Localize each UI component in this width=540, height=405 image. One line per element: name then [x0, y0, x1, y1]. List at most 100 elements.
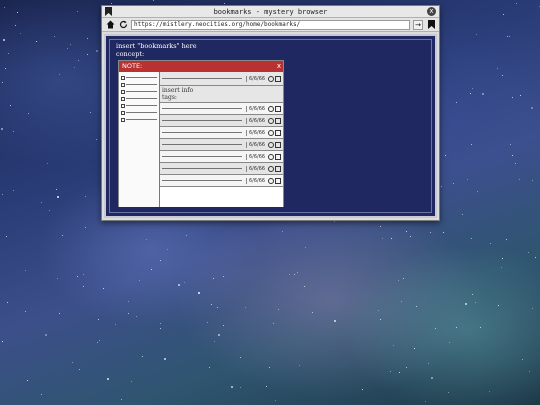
star: [72, 361, 74, 363]
row-icons: [268, 105, 281, 112]
star: [442, 231, 444, 233]
star: [230, 385, 233, 388]
star: [390, 370, 392, 372]
go-button[interactable]: →: [413, 19, 423, 30]
list-header-row: 6/6/66: [160, 72, 283, 86]
star: [58, 313, 60, 315]
star: [510, 144, 512, 146]
scribble: [162, 144, 242, 145]
star: [528, 252, 530, 254]
star: [239, 387, 241, 389]
star: [297, 272, 299, 274]
external-link-icon: [275, 141, 281, 148]
star: [497, 67, 499, 69]
star: [114, 323, 116, 325]
home-icon[interactable]: [105, 20, 115, 30]
info-label: insert info: [162, 87, 194, 94]
star: [214, 340, 216, 342]
star: [90, 111, 92, 113]
concept-list: 6/6/66 insert info tags: 6/6/66 6/6/66 6/6…: [160, 72, 283, 207]
star: [507, 36, 509, 38]
reload-icon[interactable]: [118, 20, 128, 30]
star: [311, 311, 313, 313]
star: [471, 87, 473, 89]
external-link-icon: [275, 129, 281, 136]
star: [480, 326, 481, 328]
bookmark-row: 6/6/66: [160, 127, 283, 139]
star: [528, 370, 530, 372]
star: [272, 323, 274, 325]
star: [13, 190, 15, 192]
star: [275, 400, 277, 402]
star: [223, 324, 225, 326]
star: [289, 274, 291, 276]
tags-label: tags:: [162, 94, 177, 101]
titlebar: bookmarks - mystery browser x: [102, 6, 439, 18]
star: [516, 2, 518, 4]
date-label: 6/6/66: [246, 177, 268, 184]
star: [522, 358, 524, 360]
star: [110, 2, 112, 4]
star: [520, 95, 522, 97]
star: [490, 242, 492, 244]
star: [56, 196, 59, 199]
star: [14, 24, 16, 26]
star: [456, 327, 458, 329]
url-field[interactable]: https://mistlery.neocities.org/home/book…: [131, 19, 410, 30]
star: [9, 104, 11, 106]
star: [216, 307, 218, 309]
star: [141, 356, 143, 358]
star: [177, 283, 180, 286]
star: [135, 316, 137, 318]
star: [393, 344, 395, 346]
star: [293, 273, 295, 275]
checkbox-icon: [121, 89, 125, 94]
star: [86, 54, 88, 56]
star: [0, 127, 3, 130]
navigation-toolbar: https://mistlery.neocities.org/home/book…: [102, 18, 439, 32]
bookmark-icon[interactable]: [105, 7, 112, 16]
star: [534, 257, 536, 259]
star: [150, 268, 152, 270]
bookmark-icon[interactable]: [426, 20, 436, 30]
star: [455, 102, 457, 104]
sidebar-entry: [121, 95, 157, 102]
sidebar-entry: [121, 102, 157, 109]
star: [403, 278, 405, 280]
star: [163, 357, 166, 360]
info-icon: [268, 141, 274, 148]
star: [84, 195, 86, 197]
bookmark-row: 6/6/66: [160, 139, 283, 151]
star: [429, 232, 431, 234]
star: [1, 82, 3, 84]
star: [53, 35, 55, 37]
star: [208, 366, 210, 368]
star: [16, 12, 18, 14]
star: [46, 163, 48, 165]
star: [87, 38, 89, 40]
sidebar-entry: [121, 116, 157, 123]
star: [503, 13, 505, 15]
star: [120, 398, 122, 400]
date-label: 6/6/66: [246, 141, 268, 148]
star: [399, 372, 401, 374]
star: [97, 319, 99, 321]
star: [20, 33, 22, 35]
star: [466, 178, 468, 180]
star: [131, 381, 133, 383]
star: [475, 33, 477, 35]
scribble: [126, 119, 157, 120]
star: [77, 59, 79, 61]
date-label: 6/6/66: [246, 129, 268, 136]
external-link-icon: [275, 177, 281, 184]
star: [103, 287, 105, 289]
star: [281, 230, 283, 232]
close-icon[interactable]: x: [427, 7, 436, 16]
star: [41, 201, 43, 203]
page-content: insert "bookmarks" here concept: NOTE: x…: [104, 34, 437, 218]
star: [2, 38, 5, 41]
row-icons: [268, 165, 281, 172]
concept-header-label: NOTE:: [122, 62, 143, 70]
bookmark-rows: 6/6/66 6/6/66 6/6/66 6/6/66 6/6/66 6/6/66 6/6/…: [160, 103, 283, 187]
scribble: [126, 112, 157, 113]
